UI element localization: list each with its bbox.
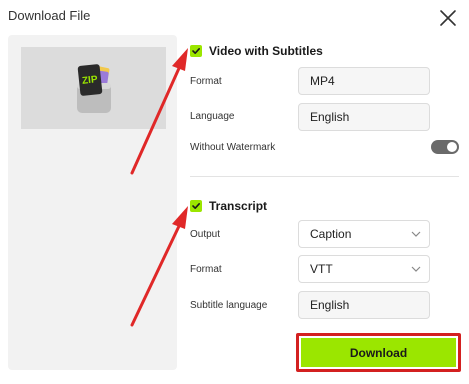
section-divider: [190, 176, 459, 177]
download-button[interactable]: Download: [301, 338, 456, 367]
language-label: Language: [190, 111, 235, 122]
output-select-value: Caption: [310, 227, 352, 241]
subtitle-language-field[interactable]: English: [298, 291, 430, 319]
checkmark-icon: [192, 203, 200, 209]
checkmark-icon: [192, 48, 200, 54]
download-highlight: Download: [296, 333, 461, 372]
transcript-format-value: VTT: [310, 262, 333, 276]
close-icon: [440, 10, 456, 26]
video-with-subtitles-checkbox[interactable]: [190, 45, 202, 57]
subtitle-language-label: Subtitle language: [190, 300, 268, 311]
transcript-section-title: Transcript: [209, 199, 268, 213]
video-format-label: Format: [190, 76, 222, 87]
transcript-checkbox[interactable]: [190, 200, 202, 212]
dialog-title: Download File: [8, 8, 91, 23]
file-preview: ZIP: [21, 47, 166, 129]
transcript-format-select[interactable]: VTT: [298, 255, 430, 283]
video-format-field[interactable]: MP4: [298, 67, 430, 95]
zip-file-icon: ZIP: [69, 61, 117, 117]
transcript-format-label: Format: [190, 264, 222, 275]
language-field[interactable]: English: [298, 103, 430, 131]
chevron-down-icon: [411, 231, 421, 237]
watermark-label: Without Watermark: [190, 142, 276, 153]
video-section-title: Video with Subtitles: [209, 44, 323, 58]
zip-badge-text: ZIP: [82, 74, 99, 87]
close-button[interactable]: [436, 6, 460, 30]
output-label: Output: [190, 229, 221, 240]
chevron-down-icon: [411, 266, 421, 272]
output-select[interactable]: Caption: [298, 220, 430, 248]
toggle-knob: [447, 142, 457, 152]
watermark-toggle[interactable]: [431, 140, 459, 154]
